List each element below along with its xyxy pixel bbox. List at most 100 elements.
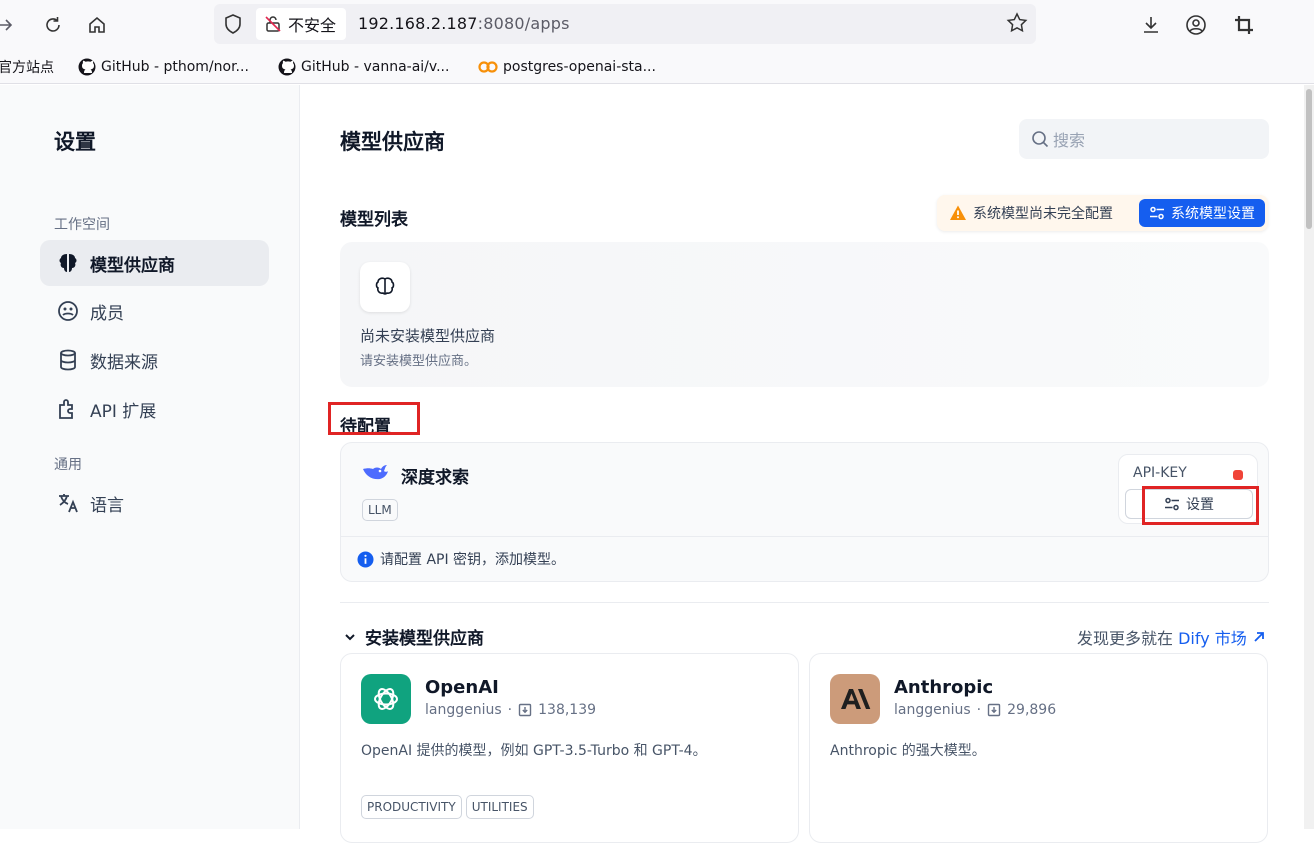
puzzle-icon bbox=[59, 399, 73, 419]
status-indicator bbox=[1233, 470, 1243, 480]
sidebar-item-members[interactable]: 成员 bbox=[40, 288, 269, 334]
downloads-icon[interactable] bbox=[1139, 13, 1163, 37]
api-key-label: API-KEY bbox=[1133, 465, 1187, 481]
search-placeholder: 搜索 bbox=[1053, 131, 1086, 150]
insecure-label: 不安全 bbox=[288, 16, 337, 35]
sidebar-item-label: API 扩展 bbox=[90, 401, 157, 422]
link-logo-icon bbox=[478, 61, 498, 73]
provider-name: OpenAI bbox=[425, 677, 499, 698]
install-provider-title: 安装模型供应商 bbox=[365, 629, 484, 649]
bookmark-item[interactable]: 官方站点 bbox=[0, 57, 54, 77]
model-type-tag: LLM bbox=[362, 499, 398, 521]
bookmark-label: GitHub - pthom/nor... bbox=[101, 59, 249, 75]
crop-icon[interactable] bbox=[1232, 13, 1256, 37]
tag: PRODUCTIVITY bbox=[361, 795, 462, 819]
sidebar-item-data-source[interactable]: 数据来源 bbox=[40, 337, 269, 383]
bookmark-label: postgres-openai-sta... bbox=[503, 59, 656, 75]
config-hint: 请配置 API 密钥，添加模型。 bbox=[357, 549, 565, 569]
bookmark-item[interactable]: GitHub - vanna-ai/v... bbox=[278, 57, 449, 77]
pending-provider-card: 深度求索 LLM API-KEY 设置 请配置 API 密钥，添加模型。 bbox=[340, 442, 1269, 582]
members-icon bbox=[58, 301, 78, 321]
empty-provider-card: 尚未安装模型供应商 请安装模型供应商。 bbox=[340, 242, 1269, 387]
provider-author: langgenius bbox=[894, 702, 971, 718]
empty-state-icon bbox=[360, 262, 410, 312]
bookmark-star-icon[interactable] bbox=[1006, 12, 1028, 38]
arrow-up-right-icon bbox=[1254, 632, 1264, 642]
highlight-box bbox=[1142, 486, 1259, 525]
provider-author: langgenius bbox=[425, 702, 502, 718]
github-icon bbox=[278, 58, 296, 76]
scrollbar-thumb[interactable] bbox=[1306, 89, 1312, 229]
provider-name: 深度求索 bbox=[401, 468, 469, 488]
reload-icon[interactable] bbox=[41, 13, 65, 37]
sidebar-item-api-extension[interactable]: API 扩展 bbox=[40, 386, 269, 432]
bookmark-item[interactable]: postgres-openai-sta... bbox=[478, 57, 656, 77]
github-icon bbox=[78, 58, 96, 76]
model-list-title: 模型列表 bbox=[340, 210, 408, 230]
brain-outline-icon bbox=[375, 277, 395, 295]
system-model-warning: 系统模型尚未完全配置 系统模型设置 bbox=[937, 195, 1268, 231]
provider-meta: langgenius · 29,896 bbox=[894, 702, 1056, 718]
translate-icon bbox=[59, 494, 78, 513]
provider-card-openai[interactable]: OpenAI langgenius · 138,139 OpenAI 提供的模型… bbox=[340, 653, 799, 843]
provider-description: Anthropic 的强大模型。 bbox=[830, 743, 986, 759]
provider-description: OpenAI 提供的模型，例如 GPT-3.5-Turbo 和 GPT-4。 bbox=[361, 743, 707, 759]
main-content: 模型供应商 搜索 模型列表 系统模型尚未完全配置 系统模型设置 尚未安装模型供应… bbox=[301, 85, 1304, 843]
provider-tags: PRODUCTIVITY UTILITIES bbox=[361, 795, 534, 819]
system-model-settings-label: 系统模型设置 bbox=[1171, 206, 1255, 222]
provider-meta: langgenius · 138,139 bbox=[425, 702, 596, 718]
url-bar[interactable]: 不安全 192.168.2.187:8080/apps bbox=[214, 4, 1036, 44]
brain-icon bbox=[59, 254, 77, 272]
sidebar-item-language[interactable]: 语言 bbox=[40, 480, 269, 526]
account-icon[interactable] bbox=[1184, 13, 1208, 37]
openai-logo-icon bbox=[361, 674, 411, 724]
sidebar-group-workspace: 工作空间 bbox=[54, 217, 110, 233]
marketplace-text: 发现更多就在 bbox=[1077, 629, 1174, 648]
sidebar-group-general: 通用 bbox=[54, 457, 82, 473]
config-hint-text: 请配置 API 密钥，添加模型。 bbox=[380, 552, 566, 568]
unlocked-icon bbox=[265, 16, 281, 32]
tag: UTILITIES bbox=[465, 795, 534, 819]
home-icon[interactable] bbox=[85, 13, 109, 37]
url-host: 192.168.2.187 bbox=[358, 14, 478, 33]
system-model-settings-button[interactable]: 系统模型设置 bbox=[1139, 199, 1265, 227]
empty-subtitle: 请安装模型供应商。 bbox=[360, 354, 478, 369]
separator: · bbox=[507, 702, 513, 718]
section-divider bbox=[340, 602, 1269, 603]
empty-title: 尚未安装模型供应商 bbox=[360, 327, 496, 345]
sliders-icon bbox=[1150, 206, 1164, 220]
database-icon bbox=[60, 349, 76, 371]
warning-text: 系统模型尚未完全配置 bbox=[973, 206, 1113, 222]
search-input[interactable]: 搜索 bbox=[1019, 119, 1269, 159]
search-icon bbox=[1032, 131, 1049, 148]
sidebar-item-label: 语言 bbox=[90, 495, 124, 516]
deepseek-logo-icon bbox=[363, 465, 388, 480]
provider-name: Anthropic bbox=[894, 677, 994, 698]
download-count: 138,139 bbox=[538, 702, 597, 718]
install-provider-toggle[interactable]: 安装模型供应商 bbox=[343, 624, 484, 649]
bookmark-label: 官方站点 bbox=[0, 60, 54, 76]
sidebar-item-label: 模型供应商 bbox=[90, 255, 175, 276]
bookmark-label: GitHub - vanna-ai/v... bbox=[301, 59, 450, 75]
chevron-down-icon bbox=[345, 633, 355, 640]
forward-icon[interactable] bbox=[0, 13, 18, 37]
page-scrollbar[interactable] bbox=[1304, 85, 1314, 829]
highlight-box bbox=[328, 402, 420, 435]
page-title: 模型供应商 bbox=[340, 130, 445, 154]
marketplace-link-label[interactable]: Dify 市场 bbox=[1178, 629, 1247, 648]
provider-card-anthropic[interactable]: Anthropic langgenius · 29,896 Anthropic … bbox=[809, 653, 1268, 843]
bookmarks-bar: 官方站点 GitHub - pthom/nor... GitHub - vann… bbox=[0, 50, 1314, 84]
sidebar-item-model-provider[interactable]: 模型供应商 bbox=[40, 240, 269, 286]
marketplace-link[interactable]: 发现更多就在 Dify 市场 bbox=[1077, 625, 1266, 649]
download-box-icon bbox=[987, 703, 1001, 717]
download-box-icon bbox=[518, 703, 532, 717]
info-icon bbox=[357, 551, 374, 567]
anthropic-logo-icon bbox=[830, 674, 880, 724]
url-path: :8080/apps bbox=[477, 14, 570, 33]
shield-icon[interactable] bbox=[222, 13, 244, 39]
warning-icon bbox=[950, 205, 966, 220]
insecure-indicator[interactable]: 不安全 bbox=[256, 8, 347, 40]
download-count: 29,896 bbox=[1007, 702, 1057, 718]
bookmark-item[interactable]: GitHub - pthom/nor... bbox=[78, 57, 249, 77]
sidebar-item-label: 成员 bbox=[90, 303, 124, 324]
